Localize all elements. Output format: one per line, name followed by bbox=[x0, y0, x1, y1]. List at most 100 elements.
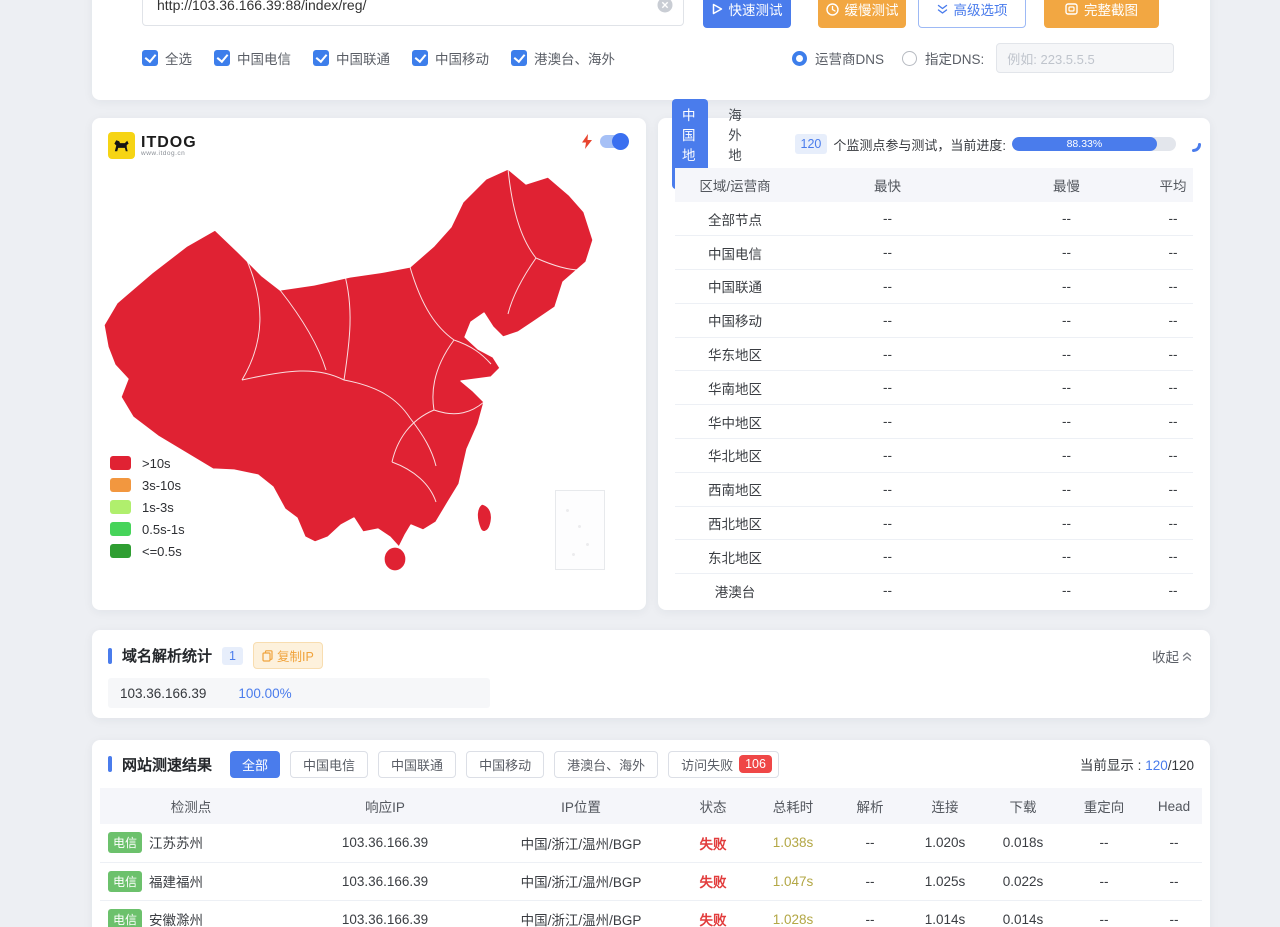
region-name: 华南地区 bbox=[675, 371, 795, 405]
region-value: -- bbox=[980, 439, 1153, 473]
metric-cell: -- bbox=[834, 862, 906, 900]
copy-ip-button[interactable]: 复制IP bbox=[253, 642, 323, 669]
progress-label: 个监测点参与测试，当前进度: bbox=[833, 135, 1006, 154]
full-screenshot-button[interactable]: 完整截图 bbox=[1044, 0, 1159, 28]
filter-label: 中国电信 bbox=[303, 755, 355, 774]
south-china-sea-inset bbox=[555, 490, 605, 570]
results-col-header: 状态 bbox=[674, 788, 752, 824]
legend-label: 1s-3s bbox=[142, 500, 174, 515]
node-cell: 电信江苏苏州 bbox=[100, 824, 282, 862]
region-value: -- bbox=[980, 472, 1153, 506]
filter-label: 访问失败 bbox=[681, 755, 733, 774]
clear-input-icon[interactable] bbox=[657, 0, 673, 13]
url-input[interactable]: http://103.36.166.39:88/index/reg/ bbox=[142, 0, 684, 26]
region-value: -- bbox=[795, 574, 980, 608]
total-time-cell: 1.028s bbox=[752, 900, 834, 927]
total-time-cell: 1.047s bbox=[752, 862, 834, 900]
metric-cell: 1.025s bbox=[906, 862, 984, 900]
collapse-button[interactable]: 收起 bbox=[1152, 646, 1192, 666]
region-row: 华东地区------ bbox=[675, 337, 1193, 371]
metric-cell: -- bbox=[1146, 862, 1202, 900]
filter-中国移动[interactable]: 中国移动 bbox=[466, 751, 544, 778]
filter-label: 中国联通 bbox=[391, 755, 443, 774]
carrier-dns-radio[interactable] bbox=[792, 51, 807, 66]
map-mode-toggle[interactable] bbox=[600, 135, 628, 148]
region-value: -- bbox=[795, 472, 980, 506]
region-value: -- bbox=[980, 303, 1153, 337]
region-name: 全部节点 bbox=[675, 202, 795, 236]
slow-test-button[interactable]: 缓慢测试 bbox=[818, 0, 906, 28]
region-value: -- bbox=[1153, 540, 1193, 574]
carrier-checkbox-2[interactable]: 中国联通 bbox=[313, 48, 390, 68]
region-name: 华北地区 bbox=[675, 439, 795, 473]
filter-访问失败[interactable]: 访问失败106 bbox=[668, 751, 779, 778]
region-value: -- bbox=[1153, 270, 1193, 304]
china-map-card: ITDOG www.itdog.cn >10s 3s-10s 1s-3s 0.5s-1… bbox=[92, 118, 646, 610]
itdog-logo: ITDOG www.itdog.cn bbox=[108, 132, 197, 159]
carrier-checkbox-3[interactable]: 中国移动 bbox=[412, 48, 489, 68]
checkbox-icon bbox=[214, 50, 230, 66]
results-header: 网站测速结果 全部中国电信中国联通中国移动港澳台、海外访问失败106 当前显示 … bbox=[108, 750, 1194, 778]
custom-dns-input[interactable]: 例如: 223.5.5.5 bbox=[996, 43, 1174, 73]
node-cell: 电信福建福州 bbox=[100, 862, 282, 900]
region-value: -- bbox=[980, 405, 1153, 439]
region-value: -- bbox=[1153, 303, 1193, 337]
metric-cell: 0.014s bbox=[984, 900, 1062, 927]
page: http://103.36.166.39:88/index/reg/ 快速测试 … bbox=[92, 0, 1210, 927]
response-ip: 103.36.166.39 bbox=[282, 824, 488, 862]
custom-dns-radio[interactable] bbox=[902, 51, 917, 66]
dns-stats-title: 域名解析统计 bbox=[122, 645, 212, 666]
checkbox-icon bbox=[412, 50, 428, 66]
region-value: -- bbox=[980, 540, 1153, 574]
results-col-header: IP位置 bbox=[488, 788, 674, 824]
region-table: 区域/运营商最快最慢平均 全部节点------中国电信------中国联通---… bbox=[675, 168, 1193, 608]
region-value: -- bbox=[1153, 472, 1193, 506]
results-col-header: Head bbox=[1146, 788, 1202, 824]
dns-stats-card: 域名解析统计 1 复制IP 收起 103.36.166.39 100.00% bbox=[92, 630, 1210, 718]
node-cell: 电信安徽滁州 bbox=[100, 900, 282, 927]
region-row: 中国电信------ bbox=[675, 236, 1193, 270]
filter-港澳台、海外[interactable]: 港澳台、海外 bbox=[554, 751, 658, 778]
region-value: -- bbox=[795, 202, 980, 236]
region-stats-card: 中国地区 海外地区 120 个监测点参与测试，当前进度: 88.33% 区域/运… bbox=[658, 118, 1210, 610]
checkbox-icon bbox=[313, 50, 329, 66]
results-col-header: 总耗时 bbox=[752, 788, 834, 824]
legend-swatch bbox=[110, 522, 131, 536]
region-row: 华北地区------ bbox=[675, 439, 1193, 473]
advanced-options-button[interactable]: 高级选项 bbox=[918, 0, 1026, 28]
carrier-dns-label: 运营商DNS bbox=[815, 48, 884, 68]
region-value: -- bbox=[1153, 202, 1193, 236]
status-cell: 失败 bbox=[674, 862, 752, 900]
region-col-header: 平均 bbox=[1153, 168, 1193, 202]
dns-count-badge: 1 bbox=[222, 647, 243, 665]
metric-cell: -- bbox=[1062, 862, 1146, 900]
fast-test-button[interactable]: 快速测试 bbox=[703, 0, 791, 28]
lightning-icon bbox=[582, 134, 592, 149]
region-value: -- bbox=[795, 371, 980, 405]
legend-swatch bbox=[110, 478, 131, 492]
filter-全部[interactable]: 全部 bbox=[230, 751, 280, 778]
result-row: 电信安徽滁州103.36.166.39中国/浙江/温州/BGP失败1.028s-… bbox=[100, 900, 1202, 927]
region-panel-header: 中国地区 海外地区 120 个监测点参与测试，当前进度: 88.33% bbox=[672, 130, 1202, 158]
carrier-checkbox-4[interactable]: 港澳台、海外 bbox=[511, 48, 615, 68]
region-row: 东北地区------ bbox=[675, 540, 1193, 574]
custom-dns-label: 指定DNS: bbox=[925, 48, 984, 68]
filter-中国联通[interactable]: 中国联通 bbox=[378, 751, 456, 778]
resolved-ip-percent: 100.00% bbox=[238, 686, 291, 701]
region-row: 全部节点------ bbox=[675, 202, 1193, 236]
dns-entry-row: 103.36.166.39 100.00% bbox=[108, 678, 490, 708]
region-value: -- bbox=[795, 337, 980, 371]
carrier-checkbox-0[interactable]: 全选 bbox=[142, 48, 192, 68]
metric-cell: 0.018s bbox=[984, 824, 1062, 862]
legend-item-0: >10s bbox=[110, 456, 185, 470]
progress-bar: 88.33% bbox=[1012, 137, 1176, 151]
legend-label: 3s-10s bbox=[142, 478, 181, 493]
checkbox-icon bbox=[142, 50, 158, 66]
screenshot-icon bbox=[1065, 3, 1078, 15]
carrier-checkbox-1[interactable]: 中国电信 bbox=[214, 48, 291, 68]
legend-item-1: 3s-10s bbox=[110, 478, 185, 492]
region-value: -- bbox=[1153, 405, 1193, 439]
total-time-cell: 1.038s bbox=[752, 824, 834, 862]
legend-item-3: 0.5s-1s bbox=[110, 522, 185, 536]
filter-中国电信[interactable]: 中国电信 bbox=[290, 751, 368, 778]
